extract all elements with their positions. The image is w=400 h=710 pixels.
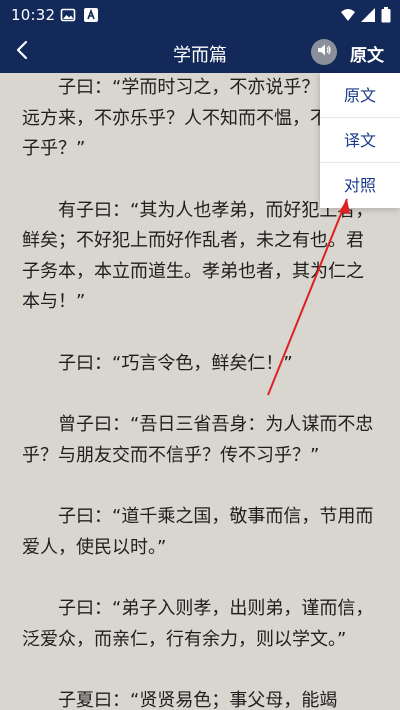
image-icon — [60, 7, 76, 23]
paragraph: 子曰：“巧言令色，鲜矣仁！” — [58, 352, 293, 374]
page-title: 学而篇 — [173, 45, 227, 66]
wifi-icon — [340, 7, 356, 23]
paragraph: 子夏曰：“贤贤易色；事父母，能竭 — [58, 690, 338, 710]
battery-icon — [381, 7, 391, 23]
audio-button[interactable] — [311, 39, 337, 65]
status-time: 10:32 — [11, 6, 56, 24]
menu-item-compare[interactable]: 对照 — [320, 163, 400, 208]
paragraph: 子曰：“道千乘之国，敬事而信，节用而爱人，使民以时。” — [22, 506, 374, 558]
speaker-icon — [316, 42, 332, 62]
mode-dropdown-menu: 原文 译文 对照 — [320, 73, 400, 208]
paragraph: 子曰：“弟子入则孝，出则弟，谨而信，泛爱众，而亲仁，行有余力，则以学文。” — [22, 598, 374, 650]
paragraph: 曾子曰：“吾日三省吾身：为人谋而不忠乎？与朋友交而不信乎？传不习乎？” — [22, 414, 374, 466]
app-header: 学而篇 原文 — [0, 30, 400, 73]
menu-item-translation[interactable]: 译文 — [320, 118, 400, 163]
signal-icon — [360, 7, 376, 23]
mode-toggle-button[interactable]: 原文 — [350, 41, 384, 66]
status-bar: 10:32 — [0, 0, 400, 30]
menu-item-original[interactable]: 原文 — [320, 73, 400, 118]
paragraph: 有子曰：“其为人也孝弟，而好犯上者，鲜矣；不好犯上而好作乱者，未之有也。君子务本… — [22, 199, 374, 313]
a-letter-icon — [83, 7, 99, 23]
